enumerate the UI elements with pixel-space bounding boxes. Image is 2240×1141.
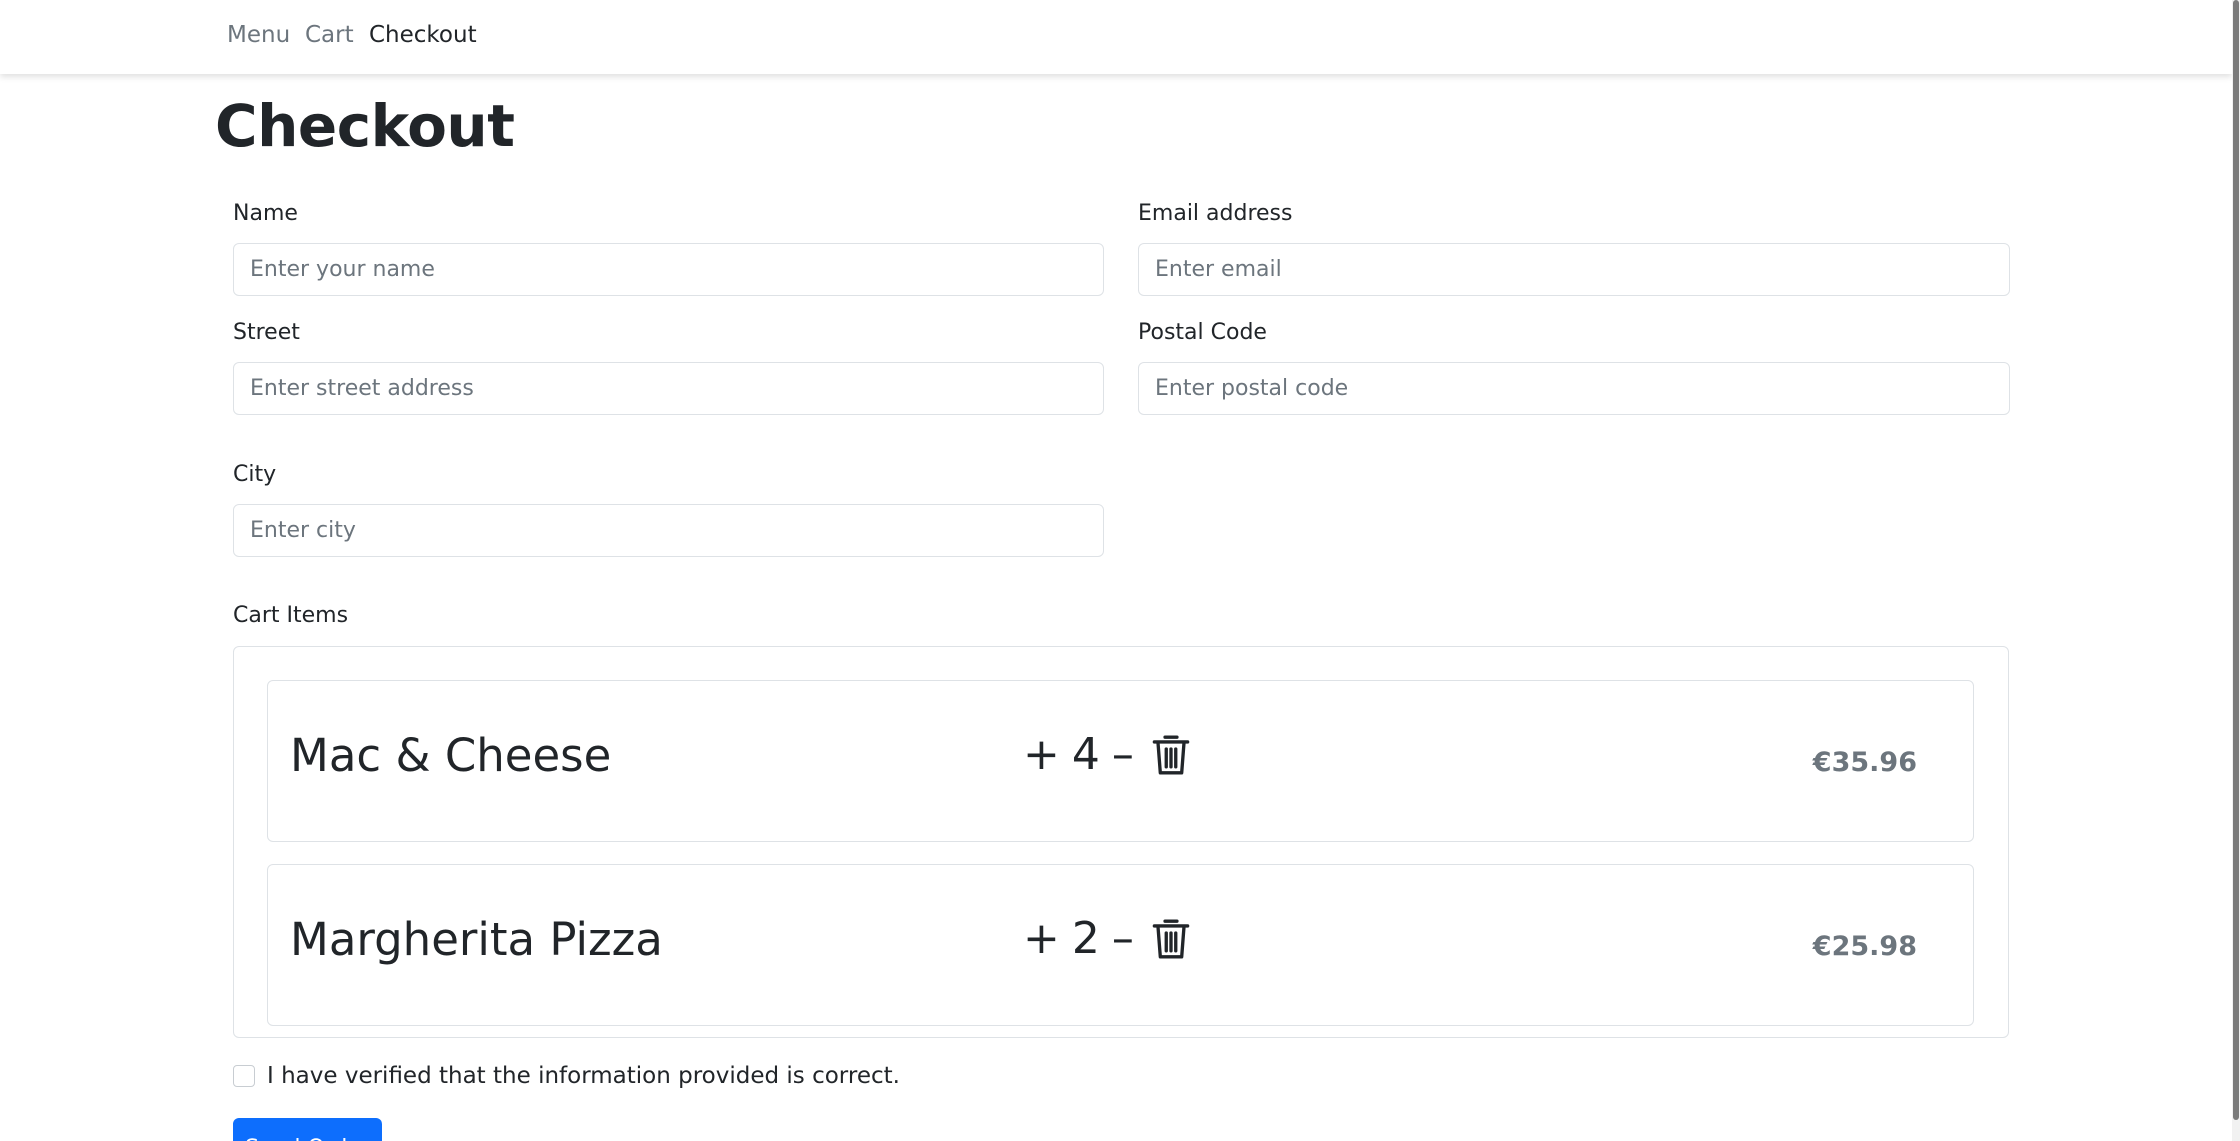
- street-label: Street: [233, 320, 300, 345]
- trash-icon[interactable]: [1152, 917, 1190, 961]
- item-quantity: 2: [1071, 913, 1100, 964]
- quantity-controls: + 2 –: [1023, 911, 1190, 967]
- cart-item: Margherita Pizza + 2 – €25.98: [267, 864, 1974, 1026]
- item-name: Margherita Pizza: [290, 913, 663, 966]
- nav-item-menu[interactable]: Menu: [227, 22, 290, 48]
- city-label: City: [233, 462, 277, 487]
- item-price: €25.98: [1812, 931, 1917, 962]
- page: Menu Cart Checkout Checkout Name Email a…: [0, 0, 2240, 1141]
- item-price: €35.96: [1812, 747, 1917, 778]
- email-input[interactable]: [1138, 243, 2010, 296]
- page-title: Checkout: [215, 92, 515, 160]
- nav-item-cart[interactable]: Cart: [305, 22, 354, 48]
- email-label: Email address: [1138, 201, 1293, 226]
- postal-code-input[interactable]: [1138, 362, 2010, 415]
- minus-icon[interactable]: –: [1112, 733, 1134, 777]
- street-input[interactable]: [233, 362, 1104, 415]
- scrollbar-thumb[interactable]: [2233, 0, 2239, 1120]
- plus-icon[interactable]: +: [1023, 733, 1060, 777]
- minus-icon[interactable]: –: [1112, 917, 1134, 961]
- city-input[interactable]: [233, 504, 1104, 557]
- nav-item-checkout[interactable]: Checkout: [369, 22, 477, 48]
- cart-item: Mac & Cheese + 4 – €35.96: [267, 680, 1974, 842]
- verify-row: I have verified that the information pro…: [233, 1063, 900, 1089]
- postal-code-label: Postal Code: [1138, 320, 1267, 345]
- quantity-controls: + 4 –: [1023, 727, 1190, 783]
- name-label: Name: [233, 201, 298, 226]
- name-input[interactable]: [233, 243, 1104, 296]
- plus-icon[interactable]: +: [1023, 917, 1060, 961]
- cart-items-list: Mac & Cheese + 4 – €35.96 Margherita Piz…: [233, 646, 2009, 1038]
- top-navbar: Menu Cart Checkout: [0, 0, 2232, 74]
- verify-checkbox[interactable]: [233, 1065, 255, 1087]
- item-quantity: 4: [1071, 729, 1100, 780]
- cart-items-label: Cart Items: [233, 603, 349, 628]
- verify-label[interactable]: I have verified that the information pro…: [267, 1063, 900, 1089]
- item-name: Mac & Cheese: [290, 729, 612, 782]
- send-order-button[interactable]: Send Order: [233, 1118, 382, 1141]
- trash-icon[interactable]: [1152, 733, 1190, 777]
- scrollbar-track[interactable]: [2232, 0, 2240, 1141]
